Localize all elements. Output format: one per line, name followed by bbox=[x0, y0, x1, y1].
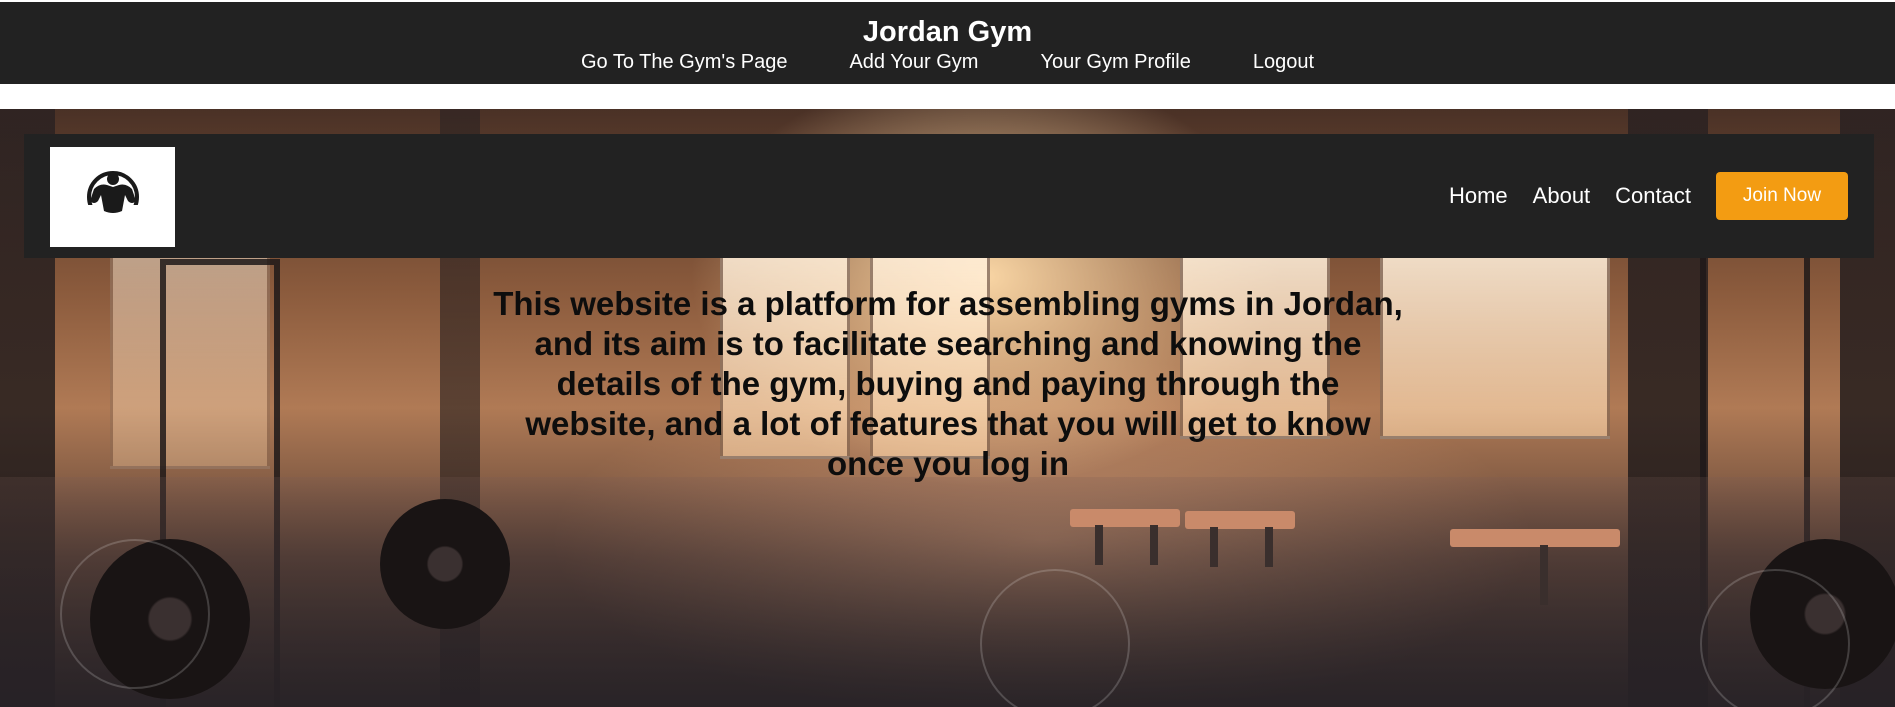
nav-link-gyms-page[interactable]: Go To The Gym's Page bbox=[581, 49, 788, 75]
nav-link-add-gym[interactable]: Add Your Gym bbox=[849, 49, 978, 75]
nav-link-gym-profile[interactable]: Your Gym Profile bbox=[1040, 49, 1190, 75]
main-nav-links: Home About Contact Join Now bbox=[1424, 172, 1848, 220]
nav-link-logout[interactable]: Logout bbox=[1253, 49, 1314, 75]
logo[interactable] bbox=[50, 147, 175, 247]
hero-description: This website is a platform for assemblin… bbox=[493, 285, 1403, 482]
nav-link-about[interactable]: About bbox=[1533, 183, 1591, 209]
join-now-button[interactable]: Join Now bbox=[1716, 172, 1848, 220]
bodybuilder-logo-icon bbox=[82, 167, 144, 228]
top-nav: Go To The Gym's Page Add Your Gym Your G… bbox=[0, 49, 1895, 75]
site-title: Jordan Gym bbox=[862, 16, 1033, 48]
nav-link-home[interactable]: Home bbox=[1449, 183, 1508, 209]
nav-link-contact[interactable]: Contact bbox=[1615, 183, 1691, 209]
main-navbar: Home About Contact Join Now bbox=[24, 134, 1874, 258]
top-header: Jordan Gym Go To The Gym's Page Add Your… bbox=[0, 2, 1895, 84]
